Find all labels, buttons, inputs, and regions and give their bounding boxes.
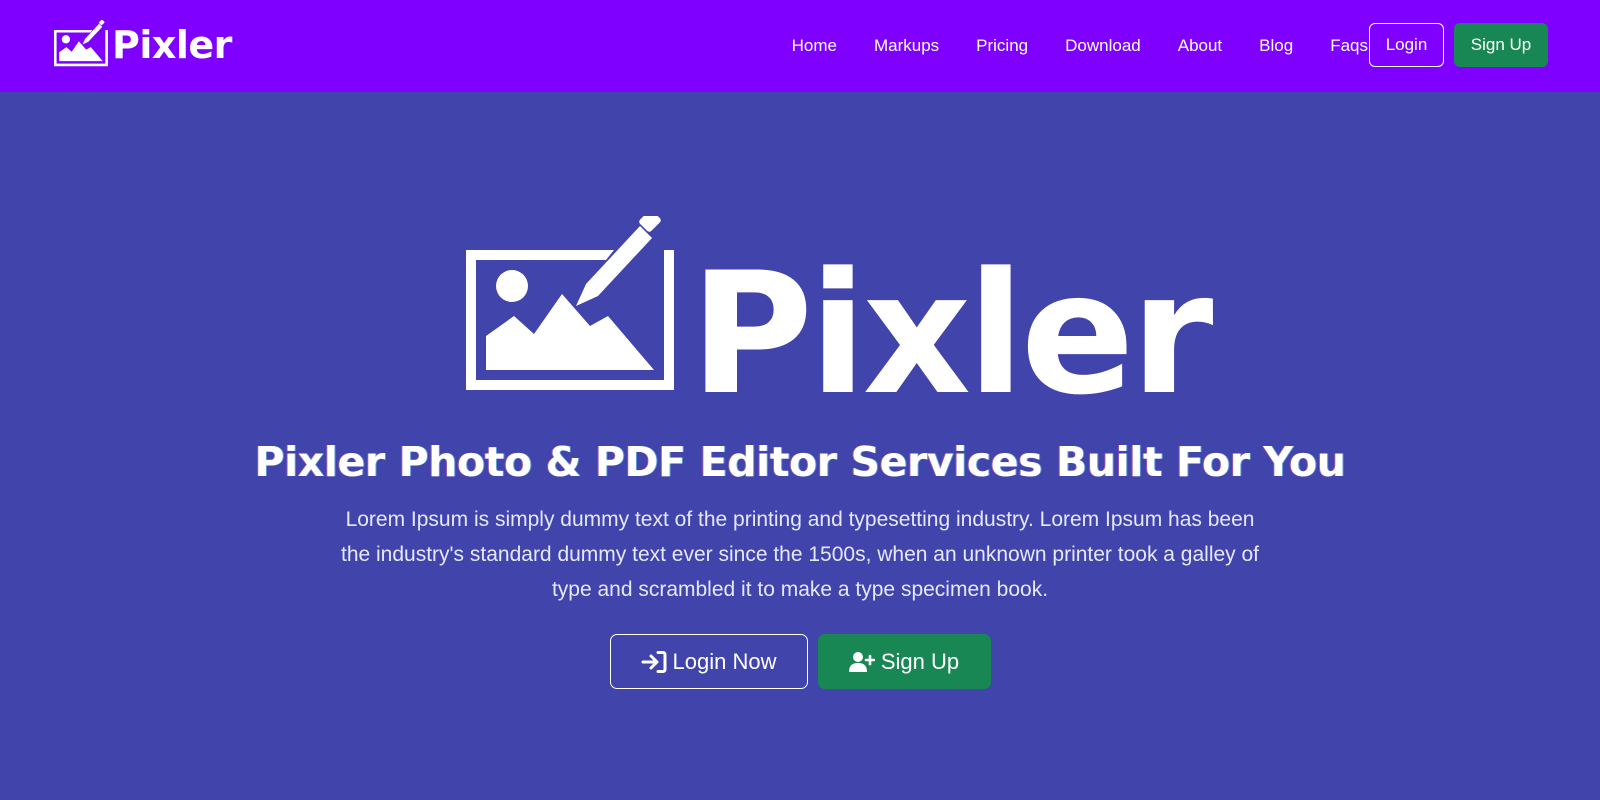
user-plus-icon — [848, 650, 881, 674]
signup-button[interactable]: Sign Up — [1454, 23, 1548, 67]
nav-markups[interactable]: Markups — [874, 36, 939, 56]
login-now-label: Login Now — [672, 648, 777, 674]
hero-buttons: Login Now Sign Up — [0, 634, 1600, 689]
hero-logo-text: Pixler — [690, 236, 1213, 432]
sign-in-icon — [641, 650, 673, 674]
login-button[interactable]: Login — [1369, 23, 1444, 67]
nav-blog[interactable]: Blog — [1259, 36, 1293, 56]
signup-now-button[interactable]: Sign Up — [817, 634, 991, 689]
hero-title: Pixler Photo & PDF Editor Services Built… — [254, 438, 1346, 486]
nav-home[interactable]: Home — [792, 36, 837, 56]
navbar: Pixler Home Markups Pricing Download Abo… — [0, 0, 1600, 92]
image-edit-icon — [466, 216, 682, 400]
nav-about[interactable]: About — [1178, 36, 1222, 56]
main-nav: Home Markups Pricing Download About Blog… — [755, 0, 1368, 92]
brand-name: Pixler — [112, 23, 232, 67]
image-edit-icon — [54, 20, 110, 70]
nav-faqs[interactable]: Faqs — [1330, 36, 1368, 56]
nav-pricing[interactable]: Pricing — [976, 36, 1028, 56]
hero-logo: Pixler — [466, 216, 1213, 418]
signup-now-label: Sign Up — [880, 648, 960, 674]
login-now-button[interactable]: Login Now — [609, 634, 808, 689]
nav-download[interactable]: Download — [1065, 36, 1141, 56]
brand-logo[interactable]: Pixler — [54, 20, 232, 70]
hero-description: Lorem Ipsum is simply dummy text of the … — [340, 508, 1260, 601]
